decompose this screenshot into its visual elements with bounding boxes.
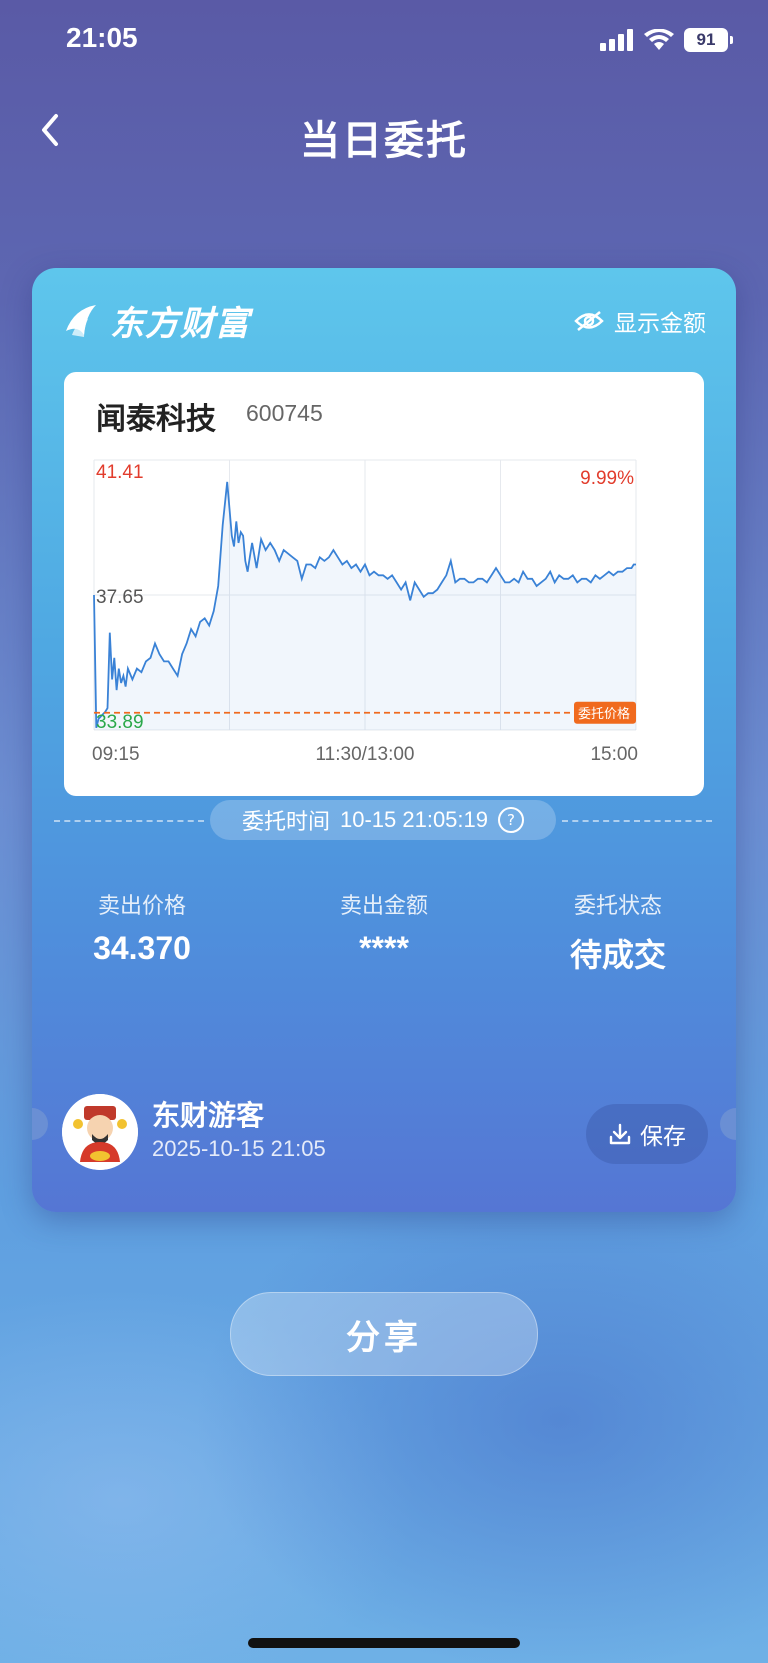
- battery-indicator: 91: [684, 28, 733, 52]
- stat-sell-amount: 卖出金额 ****: [294, 888, 474, 967]
- status-time: 21:05: [66, 22, 138, 53]
- home-indicator: [248, 1638, 520, 1648]
- nav-bar: 当日委托: [0, 96, 768, 166]
- wifi-icon: [644, 29, 674, 50]
- download-icon: [609, 1123, 631, 1145]
- stat-value: 待成交: [569, 936, 666, 974]
- entrust-time-pill: 委托时间 10-15 21:05:19 ?: [210, 800, 556, 840]
- brand-logo-icon: [66, 304, 96, 337]
- x-tick-midday: 11:30/13:00: [316, 744, 415, 765]
- y-low-label: 33.89: [96, 712, 144, 733]
- help-icon[interactable]: ?: [498, 807, 525, 833]
- x-tick-close: 15:00: [590, 744, 638, 765]
- share-button[interactable]: 分享: [230, 1292, 538, 1376]
- show-amount-label: 显示金额: [614, 311, 706, 337]
- entrust-price-tag: 委托价格: [574, 701, 636, 724]
- signal-icon: [600, 29, 633, 51]
- entrust-time-label: 委托时间: [241, 810, 330, 835]
- page-title: 当日委托: [300, 118, 468, 164]
- user-time: 2025-10-15 21:05: [152, 1136, 326, 1161]
- dash-divider-left: [54, 820, 204, 822]
- eye-off-icon: [574, 311, 604, 331]
- x-tick-open: 09:15: [92, 744, 140, 765]
- stat-sell-price: 卖出价格 34.370: [52, 888, 232, 967]
- stat-label: 卖出价格: [97, 894, 186, 919]
- chart-panel: 闻泰科技 600745 委托价格 41.41 37.65 33.89 9.99%…: [64, 372, 704, 796]
- avatar: [62, 1094, 138, 1170]
- card-notch-right: [720, 1108, 736, 1140]
- entrust-time-value: 10-15 21:05:19: [339, 807, 489, 832]
- save-label: 保存: [640, 1124, 686, 1150]
- stat-value: 34.370: [93, 930, 191, 966]
- stat-order-status: 委托状态 待成交: [528, 888, 708, 976]
- card-notch-left: [32, 1108, 48, 1140]
- status-bar: 21:05 91: [0, 0, 768, 84]
- user-name: 东财游客: [152, 1099, 265, 1132]
- brand: 东方财富: [62, 296, 250, 345]
- dash-divider-right: [562, 820, 712, 822]
- status-icons: 91: [600, 28, 733, 52]
- brand-name: 东方财富: [110, 304, 250, 344]
- order-card: 东方财富 显示金额 闻泰科技 600745 委托价格 41.41 37.65 3…: [32, 268, 736, 1212]
- pct-high-label: 9.99%: [580, 468, 634, 489]
- save-button[interactable]: 保存: [586, 1104, 708, 1164]
- intraday-chart: 委托价格 41.41 37.65 33.89 9.99% 09:15 11:30…: [92, 459, 638, 765]
- show-amount-toggle[interactable]: 显示金额: [574, 304, 706, 338]
- stat-label: 卖出金额: [339, 894, 428, 919]
- user-row: 东财游客 2025-10-15 21:05 保存: [62, 1092, 708, 1172]
- order-stats: 卖出价格 34.370 卖出金额 **** 委托状态 待成交: [32, 888, 736, 978]
- entrust-time-row: 委托时间 10-15 21:05:19 ?: [32, 800, 736, 840]
- avatar-image: [62, 1094, 138, 1170]
- entrust-price-label: 委托价格: [578, 706, 630, 722]
- y-mid-label: 37.65: [96, 587, 144, 608]
- stat-label: 委托状态: [573, 894, 662, 919]
- stat-value: ****: [359, 930, 409, 966]
- y-high-label: 41.41: [96, 462, 144, 483]
